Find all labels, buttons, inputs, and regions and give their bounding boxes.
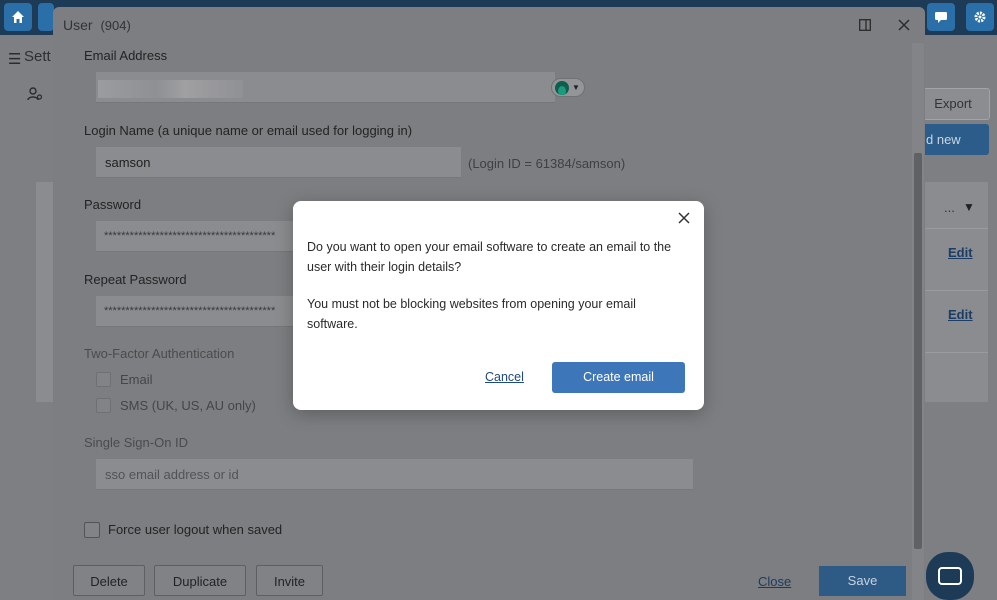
divider	[925, 290, 988, 291]
sso-placeholder: sso email address or id	[105, 467, 239, 482]
login-name-value: samson	[105, 155, 151, 170]
sidebar-toggle-icon	[859, 19, 871, 31]
modal-title-text: User	[63, 17, 93, 33]
two-factor-email-checkbox[interactable]	[96, 372, 111, 387]
invite-button[interactable]: Invite	[256, 565, 323, 596]
user-settings-icon[interactable]	[27, 87, 43, 101]
modal-close-button[interactable]	[895, 16, 913, 34]
password-manager-dropdown[interactable]: ▼	[551, 78, 585, 97]
export-button[interactable]: Export	[916, 88, 990, 120]
two-factor-email-label: Email	[120, 372, 153, 387]
login-id-hint: (Login ID = 61384/samson)	[468, 156, 626, 171]
edit-link[interactable]: Edit	[948, 245, 973, 260]
settings-button[interactable]	[966, 3, 994, 31]
dialog-note: You must not be blocking websites from o…	[307, 297, 636, 331]
home-button[interactable]	[4, 3, 32, 31]
more-options-label[interactable]: ...	[944, 200, 955, 215]
live-chat-button[interactable]	[926, 552, 974, 600]
password-label: Password	[84, 197, 142, 212]
scrollbar-thumb[interactable]	[914, 153, 922, 549]
delete-button[interactable]: Delete	[73, 565, 145, 596]
two-factor-sms-label: SMS (UK, US, AU only)	[120, 398, 256, 413]
chat-icon	[935, 12, 947, 23]
close-link[interactable]: Close	[758, 574, 791, 589]
edit-link[interactable]: Edit	[948, 307, 973, 322]
sso-field[interactable]: sso email address or id	[96, 459, 693, 490]
chevron-down-icon: ▼	[572, 83, 580, 92]
duplicate-button[interactable]: Duplicate	[154, 565, 246, 596]
sso-label: Single Sign-On ID	[84, 435, 189, 450]
create-email-button[interactable]: Create email	[552, 362, 685, 393]
chat-icon	[938, 567, 962, 585]
modal-title-count: (904)	[100, 18, 131, 33]
page-title: Sett	[24, 48, 51, 65]
messages-button[interactable]	[927, 3, 955, 31]
redacted-email-value	[98, 80, 243, 98]
save-button[interactable]: Save	[819, 566, 906, 596]
password-value: ****************************************	[104, 230, 276, 242]
email-field[interactable]: ▼	[96, 72, 585, 103]
modal-scrollbar[interactable]	[912, 43, 924, 600]
two-factor-label: Two-Factor Authentication	[84, 346, 235, 361]
divider	[925, 352, 988, 353]
repeat-password-value: ****************************************	[104, 305, 276, 317]
modal-header: User (904)	[53, 7, 925, 43]
close-icon[interactable]	[677, 211, 691, 225]
expand-panel-button[interactable]	[856, 16, 874, 34]
extension-logo-icon	[555, 80, 569, 95]
cancel-link[interactable]: Cancel	[485, 370, 524, 384]
modal-title: User (904)	[63, 17, 131, 33]
gear-icon	[974, 11, 986, 23]
divider	[925, 228, 988, 229]
nav-button[interactable]	[38, 3, 54, 31]
force-logout-checkbox[interactable]	[84, 522, 100, 538]
login-name-field[interactable]: samson	[96, 147, 461, 178]
force-logout-label: Force user logout when saved	[108, 522, 283, 537]
repeat-password-label: Repeat Password	[84, 272, 187, 287]
chevron-down-icon[interactable]: ▼	[963, 200, 975, 214]
menu-icon[interactable]: ☰	[8, 50, 21, 68]
dialog-question: Do you want to open your email software …	[307, 240, 672, 274]
email-label: Email Address	[84, 48, 168, 63]
create-email-dialog: Do you want to open your email software …	[293, 201, 704, 410]
close-icon	[898, 19, 910, 31]
login-name-label: Login Name (a unique name or email used …	[84, 123, 413, 138]
home-icon	[12, 11, 24, 23]
two-factor-sms-checkbox[interactable]	[96, 398, 111, 413]
